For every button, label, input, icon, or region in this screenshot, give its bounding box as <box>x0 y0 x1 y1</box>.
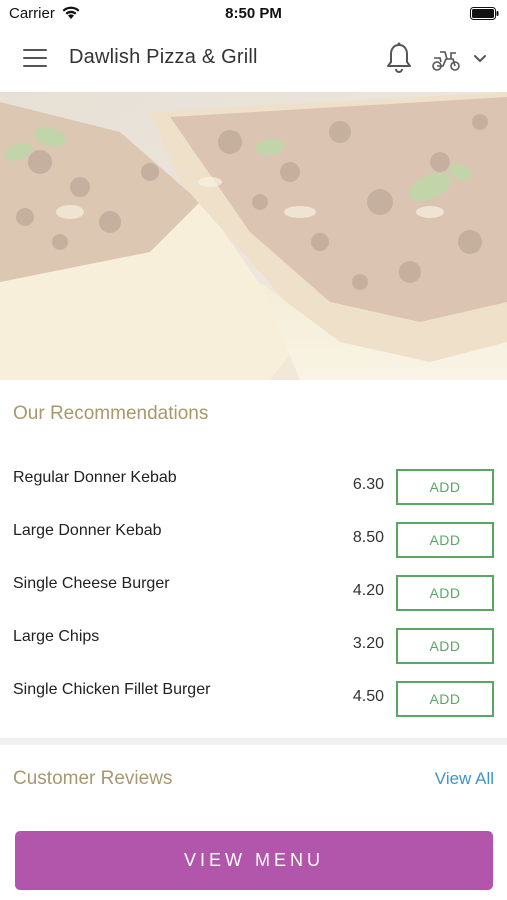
item-price: 3.20 <box>352 635 384 652</box>
add-button[interactable]: ADD <box>396 469 494 505</box>
item-name: Large Donner Kebab <box>13 522 162 539</box>
recommendations-list: Regular Donner Kebab 6.30 ADD Large Donn… <box>0 460 507 725</box>
page-title: Dawlish Pizza & Grill <box>69 46 258 68</box>
status-bar: Carrier 8:50 PM <box>0 0 507 26</box>
view-all-link[interactable]: View All <box>435 769 494 789</box>
list-item: Single Cheese Burger 4.20 ADD <box>0 566 507 619</box>
add-button[interactable]: ADD <box>396 628 494 664</box>
section-divider <box>0 738 507 745</box>
item-price: 6.30 <box>352 476 384 493</box>
item-price: 4.20 <box>352 582 384 599</box>
scooter-icon[interactable] <box>431 48 461 72</box>
add-button[interactable]: ADD <box>396 575 494 611</box>
recommendations-title: Our Recommendations <box>13 403 209 424</box>
app-header: Dawlish Pizza & Grill <box>0 26 507 92</box>
add-button[interactable]: ADD <box>396 522 494 558</box>
bell-icon[interactable] <box>385 42 413 74</box>
status-time: 8:50 PM <box>225 5 282 22</box>
item-price: 4.50 <box>352 688 384 705</box>
reviews-title: Customer Reviews <box>13 768 173 789</box>
hero-pizza-image <box>0 92 507 380</box>
add-button[interactable]: ADD <box>396 681 494 717</box>
menu-icon[interactable] <box>23 49 47 69</box>
item-price: 8.50 <box>352 529 384 546</box>
item-name: Large Chips <box>13 628 100 645</box>
item-name: Single Cheese Burger <box>13 575 170 592</box>
chevron-down-icon[interactable] <box>472 53 488 65</box>
item-name: Single Chicken Fillet Burger <box>13 681 211 698</box>
battery-icon <box>470 7 499 20</box>
view-menu-button[interactable]: VIEW MENU <box>15 831 493 890</box>
list-item: Single Chicken Fillet Burger 4.50 ADD <box>0 672 507 725</box>
list-item: Large Donner Kebab 8.50 ADD <box>0 513 507 566</box>
list-item: Regular Donner Kebab 6.30 ADD <box>0 460 507 513</box>
list-item: Large Chips 3.20 ADD <box>0 619 507 672</box>
item-name: Regular Donner Kebab <box>13 469 177 486</box>
